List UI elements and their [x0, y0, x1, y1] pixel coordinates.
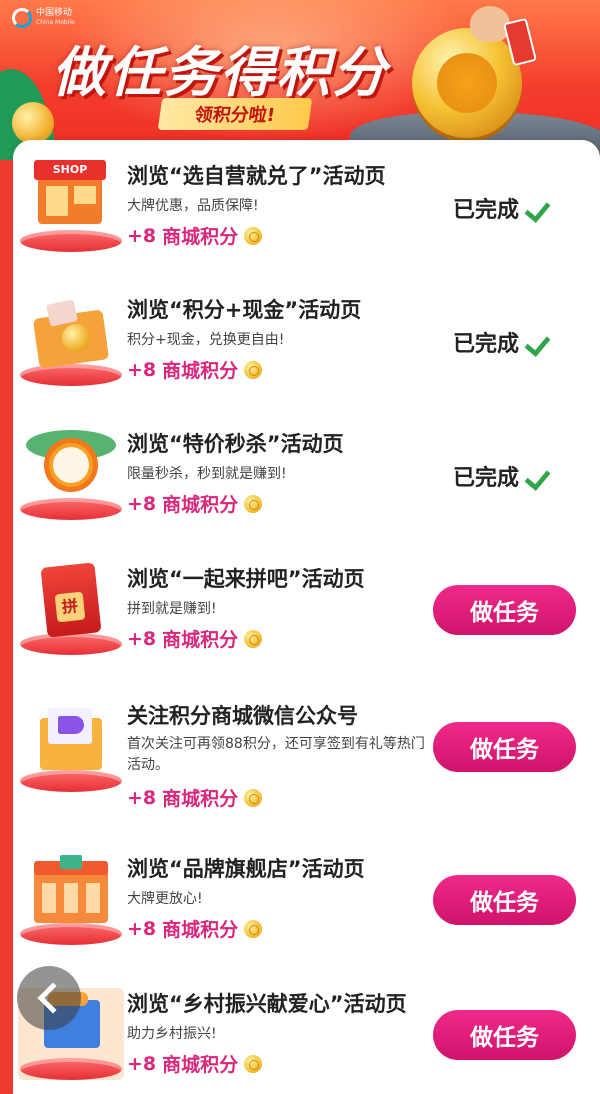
task-status: 已完成	[453, 460, 553, 492]
status-label: 已完成	[453, 332, 520, 357]
task-desc: 助力乡村振兴!	[127, 1026, 217, 1042]
task-desc: 大牌优惠，品质保障!	[127, 198, 259, 214]
shop-icon: SHOP	[18, 160, 124, 252]
do-task-button[interactable]: 做任务	[433, 875, 576, 925]
task-title: 浏览“特价秒杀”活动页	[127, 432, 344, 456]
reward-points: +8	[127, 627, 157, 650]
do-task-button[interactable]: 做任务	[433, 1010, 576, 1060]
reward-points: +8	[127, 1052, 157, 1075]
task-item: 浏览“乡村振兴献爱心”活动页 助力乡村振兴! +8 商城积分 做任务	[13, 968, 600, 1094]
task-item: 浏览“品牌旗舰店”活动页 大牌更放心! +8 商城积分 做任务	[13, 833, 600, 963]
reward-label: 商城积分	[162, 919, 239, 941]
coin-icon	[244, 494, 263, 513]
coin-icon	[244, 1054, 263, 1073]
task-item: 关注积分商城微信公众号 首次关注可再领88积分，还可享签到有礼等热门活动。 +8…	[13, 680, 600, 830]
do-task-button[interactable]: 做任务	[433, 722, 576, 772]
reward-label: 商城积分	[162, 1054, 239, 1076]
reward-points: +8	[127, 224, 157, 247]
coin-icon	[244, 226, 263, 245]
task-status: 已完成	[453, 192, 553, 224]
reward-label: 商城积分	[162, 360, 239, 382]
task-desc: 限量秒杀，秒到就是赚到!	[127, 466, 287, 482]
task-reward: +8 商城积分	[127, 222, 263, 249]
reward-points: +8	[127, 917, 157, 940]
gift-box-icon	[18, 294, 124, 386]
status-label: 已完成	[453, 466, 520, 491]
task-item: 浏览“积分+现金”活动页 积分+现金，兑换更自由! +8 商城积分 已完成	[13, 274, 600, 404]
carrier-logo-text: 中国移动	[36, 8, 73, 18]
task-title: 浏览“一起来拼吧”活动页	[127, 567, 365, 591]
reward-label: 商城积分	[162, 494, 239, 516]
task-item: 拼 浏览“一起来拼吧”活动页 拼到就是赚到! +8 商城积分 做任务	[13, 543, 600, 673]
task-desc: 首次关注可再领88积分，还可享签到有礼等热门活动。	[127, 736, 425, 773]
task-status: 已完成	[453, 326, 553, 358]
task-reward: +8 商城积分	[127, 490, 263, 517]
task-item: 浏览“特价秒杀”活动页 限量秒杀，秒到就是赚到! +8 商城积分 已完成	[13, 408, 600, 538]
banner-title: 做任务得积分	[52, 41, 388, 104]
task-title: 关注积分商城微信公众号	[127, 704, 358, 728]
coin-icon	[244, 788, 263, 807]
task-reward: +8 商城积分	[127, 625, 263, 652]
carrier-logo: 中国移动 China Mobile	[12, 8, 75, 28]
storefront-icon	[18, 853, 124, 945]
carrier-logo-text-en: China Mobile	[36, 19, 75, 26]
reward-label: 商城积分	[162, 629, 239, 651]
header-banner: 中国移动 China Mobile 做任务得积分 领积分啦!	[0, 0, 600, 160]
task-reward: +8 商城积分	[127, 356, 263, 383]
reward-points: +8	[127, 358, 157, 381]
alarm-clock-icon	[18, 428, 124, 520]
gold-coin-icon	[412, 28, 522, 138]
reward-points: +8	[127, 492, 157, 515]
reward-label: 商城积分	[162, 226, 239, 248]
back-button[interactable]	[17, 966, 81, 1030]
china-mobile-logo-icon	[12, 8, 32, 28]
task-desc: 大牌更放心!	[127, 891, 203, 907]
check-icon	[527, 331, 553, 353]
check-icon	[527, 465, 553, 487]
reward-label: 商城积分	[162, 788, 239, 810]
coin-decoration	[12, 102, 54, 144]
task-reward: +8 商城积分	[127, 915, 263, 942]
task-title: 浏览“乡村振兴献爱心”活动页	[127, 992, 407, 1016]
coin-icon	[244, 919, 263, 938]
task-title: 浏览“品牌旗舰店”活动页	[127, 857, 365, 881]
check-icon	[527, 197, 553, 219]
reward-points: +8	[127, 786, 157, 809]
task-desc: 积分+现金，兑换更自由!	[127, 332, 285, 348]
coin-icon	[244, 360, 263, 379]
do-task-button[interactable]: 做任务	[433, 585, 576, 635]
task-item: SHOP 浏览“选自营就兑了”活动页 大牌优惠，品质保障! +8 商城积分 已完…	[13, 140, 600, 270]
chevron-left-icon	[37, 982, 69, 1014]
red-envelope-icon: 拼	[18, 562, 124, 655]
megaphone-icon	[18, 700, 124, 792]
task-desc: 拼到就是赚到!	[127, 601, 217, 617]
task-reward: +8 商城积分	[127, 784, 263, 811]
task-reward: +8 商城积分	[127, 1050, 263, 1077]
banner-subtitle: 领积分啦!	[157, 98, 313, 130]
task-title: 浏览“选自营就兑了”活动页	[127, 164, 386, 188]
task-list-card: SHOP 浏览“选自营就兑了”活动页 大牌优惠，品质保障! +8 商城积分 已完…	[13, 140, 600, 1094]
status-label: 已完成	[453, 198, 520, 223]
task-title: 浏览“积分+现金”活动页	[127, 298, 362, 322]
coin-icon	[244, 629, 263, 648]
